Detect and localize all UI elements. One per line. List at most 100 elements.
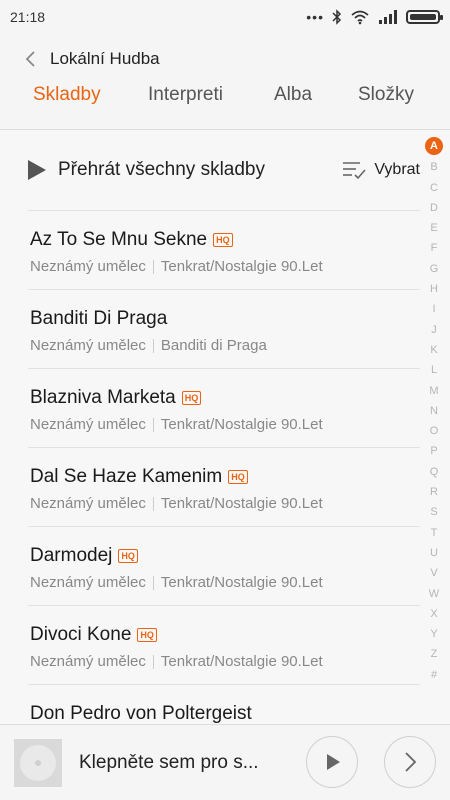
song-item[interactable]: Divoci Kone HQ Neznámý umělec Tenkrat/Nost… [28, 605, 420, 684]
back-arrow-icon[interactable] [18, 47, 42, 71]
play-all-icon [28, 160, 46, 180]
alphabet-letter-i[interactable]: I [425, 299, 443, 319]
meta-divider [152, 417, 154, 432]
select-label: Vybrat [374, 161, 420, 178]
song-meta: Neznámý umělec Tenkrat/Nostalgie 90.Let [30, 416, 323, 433]
song-list: Az To Se Mnu Sekne HQ Neznámý umělec Tenkr… [0, 210, 420, 763]
hq-badge: HQ [137, 628, 157, 642]
song-item[interactable]: Darmodej HQ Neznámý umělec Tenkrat/Nostalg… [28, 526, 420, 605]
status-time: 21:18 [10, 9, 46, 25]
song-title-row: Az To Se Mnu Sekne HQ [30, 229, 233, 251]
song-artist: Neznámý umělec [30, 337, 146, 354]
status-bar: 21:18 ••• [0, 0, 450, 34]
song-title: Blazniva Marketa [30, 387, 176, 408]
song-album: Tenkrat/Nostalgie 90.Let [160, 653, 323, 670]
alphabet-letter-l[interactable]: L [425, 360, 443, 380]
tab-alba[interactable]: Alba [274, 84, 312, 106]
battery-level [410, 14, 436, 20]
song-meta: Neznámý umělec Tenkrat/Nostalgie 90.Let [30, 574, 323, 591]
alphabet-letter-t[interactable]: T [425, 523, 443, 543]
alphabet-letter-g[interactable]: G [425, 259, 443, 279]
alphabet-letter-r[interactable]: R [425, 482, 443, 502]
song-album: Tenkrat/Nostalgie 90.Let [160, 258, 323, 275]
alphabet-letter-w[interactable]: W [425, 584, 443, 604]
meta-divider [152, 496, 154, 511]
tab-bar: Skladby Interpreti Alba Složky [0, 84, 450, 120]
alphabet-letter-z[interactable]: Z [425, 644, 443, 664]
song-album: Tenkrat/Nostalgie 90.Let [160, 416, 323, 433]
alphabet-letter-n[interactable]: N [425, 401, 443, 421]
alphabet-index[interactable]: A B C D E F G H I J K L M N O P Q R S T U V W X Y Z # [425, 137, 443, 685]
song-artist: Neznámý umělec [30, 495, 146, 512]
song-meta: Neznámý umělec Banditi di Praga [30, 337, 267, 354]
song-artist: Neznámý umělec [30, 574, 146, 591]
alphabet-letter-o[interactable]: O [425, 421, 443, 441]
song-meta: Neznámý umělec Tenkrat/Nostalgie 90.Let [30, 653, 323, 670]
song-meta: Neznámý umělec Tenkrat/Nostalgie 90.Let [30, 495, 323, 512]
alphabet-letter-v[interactable]: V [425, 563, 443, 583]
alphabet-letter-e[interactable]: E [425, 218, 443, 238]
page-title: Lokální Hudba [50, 49, 160, 68]
alphabet-letter-j[interactable]: J [425, 320, 443, 340]
player-title[interactable]: Klepněte sem pro s... [79, 752, 289, 774]
meta-divider [152, 259, 154, 274]
select-button[interactable]: Vybrat [342, 130, 420, 210]
tab-interpreti[interactable]: Interpreti [148, 84, 223, 106]
song-artist: Neznámý umělec [30, 653, 146, 670]
hq-badge: HQ [118, 549, 138, 563]
play-button[interactable] [306, 736, 358, 788]
meta-divider [152, 338, 154, 353]
header: Lokální Hudba Skladby Interpreti Alba Sl… [0, 34, 450, 130]
song-title: Az To Se Mnu Sekne [30, 229, 208, 250]
tab-slozky[interactable]: Složky [358, 84, 414, 106]
meta-divider [152, 575, 154, 590]
song-title-row: Blazniva Marketa HQ [30, 387, 202, 409]
song-item[interactable]: Dal Se Haze Kamenim HQ Neznámý umělec Tenk… [28, 447, 420, 526]
alphabet-letter-a[interactable]: A [425, 137, 443, 155]
mini-player[interactable]: Klepněte sem pro s... [0, 724, 450, 800]
alphabet-letter-h[interactable]: H [425, 279, 443, 299]
signal-icon [379, 10, 397, 24]
next-button[interactable] [384, 736, 436, 788]
song-title: Banditi Di Praga [30, 308, 168, 329]
play-icon [327, 754, 340, 770]
song-title: Dal Se Haze Kamenim [30, 466, 223, 487]
status-icons: ••• [306, 9, 443, 25]
song-item[interactable]: Az To Se Mnu Sekne HQ Neznámý umělec Tenkr… [28, 210, 420, 289]
song-title-row: Darmodej HQ [30, 545, 138, 567]
song-album: Tenkrat/Nostalgie 90.Let [160, 495, 323, 512]
alphabet-letter-m[interactable]: M [425, 381, 443, 401]
play-all-row[interactable]: Přehrát všechny skladby Vybrat [0, 130, 420, 210]
meta-divider [152, 654, 154, 669]
alphabet-letter-s[interactable]: S [425, 502, 443, 522]
song-album: Banditi di Praga [160, 337, 267, 354]
alphabet-letter-p[interactable]: P [425, 441, 443, 461]
song-title-row: Divoci Kone HQ [30, 624, 157, 646]
song-item[interactable]: Blazniva Marketa HQ Neznámý umělec Tenkrat… [28, 368, 420, 447]
bluetooth-icon [332, 9, 342, 25]
song-title: Divoci Kone [30, 624, 132, 645]
alphabet-letter-y[interactable]: Y [425, 624, 443, 644]
song-meta: Neznámý umělec Tenkrat/Nostalgie 90.Let [30, 258, 323, 275]
play-all-label: Přehrát všechny skladby [58, 159, 265, 180]
alphabet-letter-b[interactable]: B [425, 157, 443, 177]
song-artist: Neznámý umělec [30, 416, 146, 433]
alphabet-letter-f[interactable]: F [425, 238, 443, 258]
alphabet-letter-k[interactable]: K [425, 340, 443, 360]
hq-badge: HQ [181, 391, 202, 405]
alphabet-letter-d[interactable]: D [425, 198, 443, 218]
song-title-row: Don Pedro von Poltergeist [30, 703, 252, 725]
song-title-row: Banditi Di Praga [30, 308, 167, 330]
alphabet-letter-u[interactable]: U [425, 543, 443, 563]
alphabet-letter-hash[interactable]: # [425, 665, 443, 685]
chevron-right-icon [405, 752, 417, 772]
song-album: Tenkrat/Nostalgie 90.Let [160, 574, 323, 591]
tab-skladby[interactable]: Skladby [33, 84, 101, 106]
song-item[interactable]: Banditi Di Praga Neznámý umělec Banditi d… [28, 289, 420, 368]
alphabet-letter-q[interactable]: Q [425, 462, 443, 482]
hq-badge: HQ [213, 233, 233, 247]
more-dots-icon: ••• [306, 9, 324, 25]
alphabet-letter-x[interactable]: X [425, 604, 443, 624]
alphabet-letter-c[interactable]: C [425, 178, 443, 198]
song-title: Don Pedro von Poltergeist [30, 703, 252, 724]
